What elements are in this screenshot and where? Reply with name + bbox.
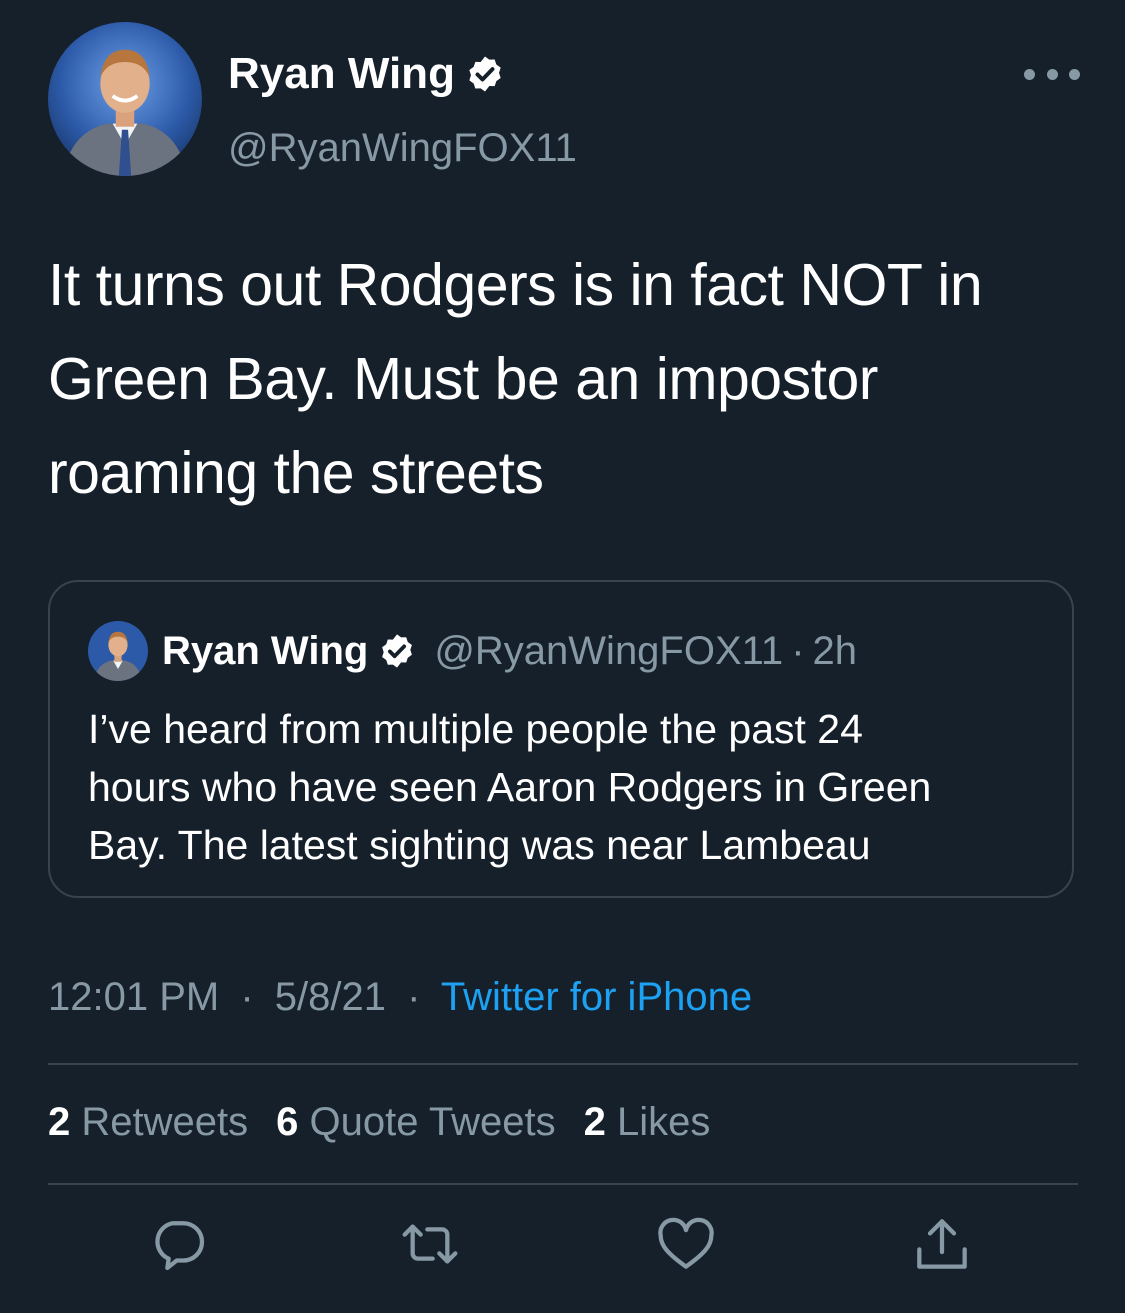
- quoted-author-avatar: [88, 621, 148, 681]
- verified-badge-icon: [378, 632, 416, 670]
- quote-tweets-count: 6: [276, 1100, 299, 1144]
- verified-badge-icon: [465, 54, 505, 94]
- quote-tweets-label: Quote Tweets: [309, 1100, 556, 1144]
- tweet-text-line: It turns out Rodgers is in fact NOT in: [48, 252, 983, 318]
- retweets-count: 2: [48, 1100, 71, 1144]
- likes-stat[interactable]: 2 Likes: [584, 1100, 711, 1145]
- avatar-image: [88, 621, 148, 681]
- divider: [48, 1183, 1078, 1185]
- more-icon[interactable]: [1024, 62, 1080, 86]
- likes-label: Likes: [616, 1100, 711, 1144]
- tweet-text-line: roaming the streets: [48, 440, 544, 506]
- tweet-date[interactable]: 5/8/21: [275, 975, 386, 1019]
- tweet-text-line: Green Bay. Must be an impostor: [48, 346, 878, 412]
- divider: [48, 1063, 1078, 1065]
- more-dot: [1069, 68, 1080, 80]
- share-icon[interactable]: [910, 1212, 974, 1276]
- more-dot: [1046, 68, 1058, 80]
- quoted-author-handle: @RyanWingFOX11: [434, 628, 784, 673]
- author-handle[interactable]: @RyanWingFOX11: [228, 126, 577, 171]
- tweet-timestamp-row: 12:01 PM · 5/8/21 · Twitter for iPhone: [48, 975, 752, 1020]
- author-name[interactable]: Ryan Wing: [228, 49, 455, 99]
- quoted-author-name: Ryan Wing: [162, 628, 369, 673]
- more-dot: [1024, 68, 1035, 80]
- quoted-tweet-text: I’ve heard from multiple people the past…: [88, 700, 1048, 874]
- meta-separator: ·: [407, 975, 421, 1019]
- meta-separator: ·: [240, 975, 254, 1019]
- likes-count: 2: [583, 1100, 606, 1144]
- author-name-row: Ryan Wing: [228, 46, 505, 102]
- retweets-stat[interactable]: 2 Retweets: [48, 1100, 248, 1145]
- tweet-text: It turns out Rodgers is in fact NOT in G…: [48, 238, 1078, 520]
- quoted-tweet-age: 2h: [812, 628, 858, 673]
- tweet-header: Ryan Wing @RyanWingFOX11: [48, 22, 1080, 178]
- avatar-image: [48, 22, 202, 176]
- tweet-actions: [48, 1212, 1078, 1282]
- reply-icon[interactable]: [146, 1212, 210, 1276]
- retweet-icon[interactable]: [398, 1212, 462, 1276]
- tweet-source-link[interactable]: Twitter for iPhone: [441, 975, 752, 1019]
- quoted-tweet-header: Ryan Wing @RyanWingFOX11 · 2h: [88, 620, 857, 682]
- retweets-label: Retweets: [81, 1100, 249, 1144]
- quoted-text-line: I’ve heard from multiple people the past…: [88, 706, 863, 752]
- tweet-time[interactable]: 12:01 PM: [48, 975, 219, 1019]
- quoted-text-line: hours who have seen Aaron Rodgers in Gre…: [88, 764, 932, 810]
- meta-separator: ·: [791, 628, 805, 673]
- quoted-tweet-card[interactable]: Ryan Wing @RyanWingFOX11 · 2h I’ve heard…: [48, 580, 1074, 898]
- like-icon[interactable]: [654, 1212, 718, 1276]
- tweet-stats: 2 Retweets 6 Quote Tweets 2 Likes: [48, 1100, 738, 1145]
- quoted-text-line: Bay. The latest sighting was near Lambea…: [88, 822, 871, 868]
- author-avatar[interactable]: [48, 22, 202, 176]
- quote-tweets-stat[interactable]: 6 Quote Tweets: [276, 1100, 555, 1145]
